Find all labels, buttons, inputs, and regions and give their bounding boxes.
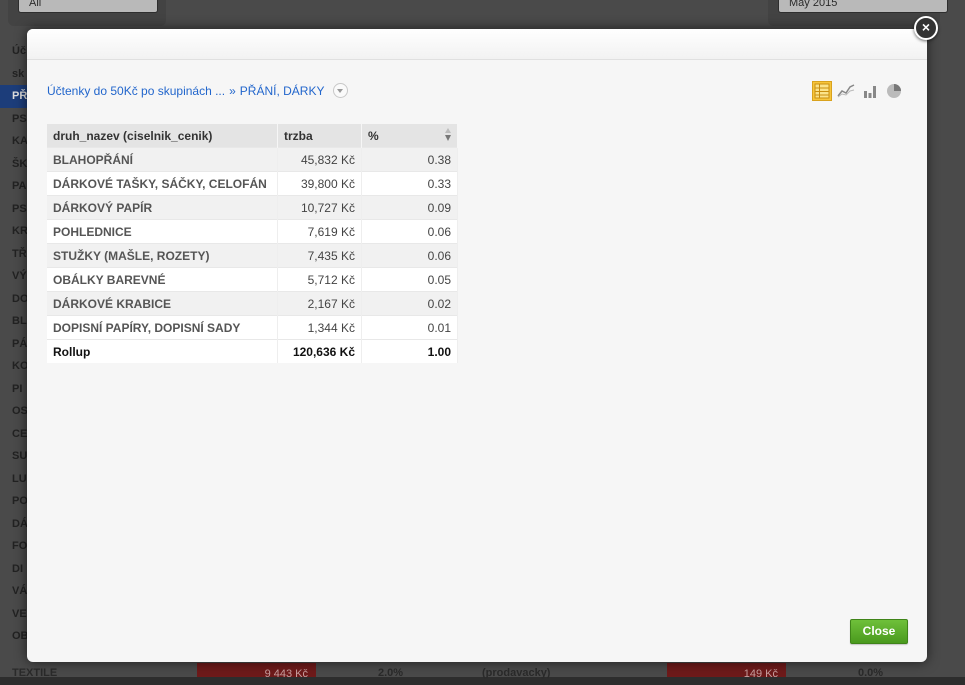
row-pct: 0.09 (361, 195, 458, 220)
background-select-right: May 2015 (778, 0, 948, 13)
background-sidebar-item: PŘ (0, 85, 27, 108)
table-row[interactable]: DÁRKOVÝ PAPÍR 10,727 Kč 0.09 (47, 195, 458, 220)
breadcrumb-parent-link[interactable]: Účtenky do 50Kč po skupinách ... (47, 84, 225, 98)
table-header-row: druh_nazev (ciselnik_cenik) trzba % (47, 124, 458, 148)
column-header-pct[interactable]: % (361, 124, 458, 148)
sort-icon (445, 128, 451, 141)
background-sidebar-item: PS (12, 112, 27, 125)
background-bottom-row: TEXTILE 2.0% (prodavacky) 0.0% (0, 663, 965, 679)
row-pct: 0.38 (361, 147, 458, 172)
background-sidebar-item: Úč (12, 45, 27, 57)
row-trzba: 7,435 Kč (277, 243, 362, 268)
background-sidebar-item: OB (12, 630, 27, 642)
close-button[interactable]: Close (850, 619, 908, 644)
row-trzba: 5,712 Kč (277, 267, 362, 292)
background-bottom-pct: 2.0% (378, 667, 404, 679)
row-trzba: 45,832 Kč (277, 147, 362, 172)
table-row[interactable]: OBÁLKY BAREVNÉ 5,712 Kč 0.05 (47, 267, 458, 292)
background-bottom-pct-2: 0.0% (858, 667, 884, 679)
view-switcher (812, 81, 904, 101)
background-sidebar-item: sk (12, 67, 25, 80)
rollup-name: Rollup (47, 339, 278, 363)
breadcrumb-current: PŘÁNÍ, DÁRKY (239, 83, 325, 98)
background-sidebar-item: CE (12, 427, 27, 440)
table-rollup-row: Rollup 120,636 Kč 1.00 (47, 339, 458, 363)
row-name: OBÁLKY BAREVNÉ (47, 267, 278, 292)
table-row[interactable]: BLAHOPŘÁNÍ 45,832 Kč 0.38 (47, 147, 458, 172)
row-trzba: 1,344 Kč (277, 315, 362, 340)
modal-header (27, 29, 927, 60)
background-sidebar-item: KA (12, 135, 27, 147)
background-bottom-mid: (prodavacky) (482, 667, 551, 679)
line-chart-icon[interactable] (836, 81, 856, 101)
rollup-pct: 1.00 (361, 339, 458, 363)
row-name: BLAHOPŘÁNÍ (47, 147, 278, 172)
drilldown-modal: Účtenky do 50Kč po skupinách ... » PŘÁNÍ… (27, 29, 927, 662)
background-sidebar-item: FO (12, 540, 27, 552)
row-name: STUŽKY (MAŠLE, ROZETY) (47, 243, 278, 268)
pie-chart-icon[interactable] (884, 81, 904, 101)
data-table: druh_nazev (ciselnik_cenik) trzba % BLAH… (47, 124, 458, 363)
background-sidebar-item: TŘ (12, 247, 27, 260)
table-row[interactable]: DÁRKOVÉ TAŠKY, SÁČKY, CELOFÁN 39,800 Kč … (47, 171, 458, 196)
row-trzba: 39,800 Kč (277, 171, 362, 196)
row-name: DOPISNÍ PAPÍRY, DOPISNÍ SADY (47, 315, 278, 340)
table-row[interactable]: DÁRKOVÉ KRABICE 2,167 Kč 0.02 (47, 291, 458, 316)
row-pct: 0.05 (361, 267, 458, 292)
row-pct: 0.06 (361, 243, 458, 268)
background-sidebar-item: KR (12, 225, 27, 237)
background-sidebar-item: VE (12, 607, 27, 620)
background-bottom-label: TEXTILE (12, 667, 58, 679)
table-row[interactable]: DOPISNÍ PAPÍRY, DOPISNÍ SADY 1,344 Kč 0.… (47, 315, 458, 340)
background-sidebar-item: OS (12, 405, 27, 417)
row-pct: 0.02 (361, 291, 458, 316)
background-sidebar-item: ŠK (12, 157, 27, 170)
background-sidebar-item: DÁ (12, 517, 27, 530)
background-sidebar-item: VÁ (12, 585, 27, 597)
breadcrumb: Účtenky do 50Kč po skupinách ... » PŘÁNÍ… (47, 83, 349, 98)
rollup-trzba: 120,636 Kč (277, 339, 362, 363)
background-sidebar-item: VÝ (12, 270, 27, 282)
background-sidebar-item: BL (12, 315, 27, 327)
column-header-trzba[interactable]: trzba (277, 124, 362, 148)
column-header-pct-label: % (368, 128, 379, 143)
close-icon[interactable]: × (914, 16, 938, 40)
background-sidebar-item: KO (12, 360, 27, 372)
column-header-name[interactable]: druh_nazev (ciselnik_cenik) (47, 124, 278, 148)
background-sidebar-item: PÁ (12, 337, 27, 350)
row-pct: 0.06 (361, 219, 458, 244)
breadcrumb-dropdown-icon[interactable] (333, 83, 349, 98)
table-view-icon[interactable] (812, 81, 832, 101)
background-sidebar-item: DO (12, 292, 27, 305)
row-trzba: 2,167 Kč (277, 291, 362, 316)
row-name: DÁRKOVÉ TAŠKY, SÁČKY, CELOFÁN (47, 171, 278, 196)
background-sidebar-item: DI (12, 562, 23, 575)
row-name: DÁRKOVÝ PAPÍR (47, 195, 278, 220)
background-sidebar-item: LU (12, 472, 27, 485)
background-sidebar-item: PS (12, 202, 27, 215)
table-row[interactable]: POHLEDNICE 7,619 Kč 0.06 (47, 219, 458, 244)
row-pct: 0.33 (361, 171, 458, 196)
row-trzba: 7,619 Kč (277, 219, 362, 244)
background-sidebar-item: PI (12, 382, 23, 395)
table-row[interactable]: STUŽKY (MAŠLE, ROZETY) 7,435 Kč 0.06 (47, 243, 458, 268)
row-pct: 0.01 (361, 315, 458, 340)
background-sidebar-item: PO (12, 495, 27, 507)
row-name: POHLEDNICE (47, 219, 278, 244)
breadcrumb-separator: » (229, 83, 236, 98)
bar-chart-icon[interactable] (860, 81, 880, 101)
row-name: DÁRKOVÉ KRABICE (47, 291, 278, 316)
background-sidebar-item: SU (12, 450, 27, 462)
background-sidebar-item: PA (12, 180, 27, 192)
background-select-left: All (18, 0, 158, 13)
background-sidebar: Úč sk PŘ PS KA ŠK PA PS KR TŘ VÝ DO BL PÁ KO PI OS CE SU LU… (0, 40, 27, 677)
row-trzba: 10,727 Kč (277, 195, 362, 220)
